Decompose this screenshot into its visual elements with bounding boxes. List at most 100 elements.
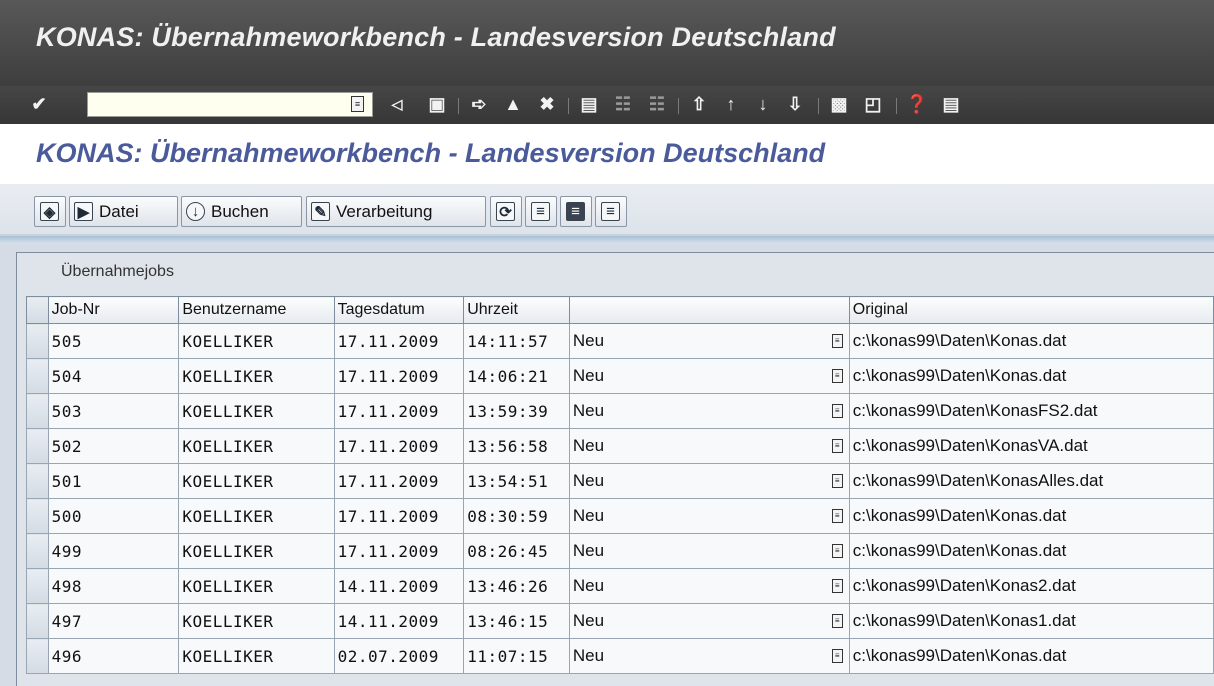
table-row[interactable]: 503 KOELLIKER 17.11.2009 13:59:39 Neu ≡ c:\kon…	[26, 393, 1214, 429]
enter-icon[interactable]: ✔	[28, 93, 50, 115]
status-cell-text: Neu	[572, 436, 605, 455]
window-title-bar: KONAS: Übernahmeworkbench - Landesversio…	[0, 0, 1214, 86]
original-cell-text: c:\konas99\Daten\KonasAlles.dat	[852, 471, 1104, 490]
table-row[interactable]: 505 KOELLIKER 17.11.2009 14:11:57 Neu ≡ c:\kon…	[26, 323, 1214, 359]
value-help-icon[interactable]: ≡	[831, 544, 843, 558]
export-button[interactable]: ≡	[595, 196, 627, 227]
row-selector[interactable]	[26, 463, 49, 499]
table-row[interactable]: 496 KOELLIKER 02.07.2009 11:07:15 Neu ≡ c:\kon…	[26, 638, 1214, 674]
date-cell-text: 17.11.2009	[337, 541, 439, 561]
help-icon[interactable]: ❓	[906, 93, 928, 115]
username-cell-text: KOELLIKER	[182, 331, 274, 351]
row-selector[interactable]	[26, 638, 49, 674]
back-icon[interactable]: ➪	[468, 93, 490, 115]
new-session-icon[interactable]: ▩	[828, 93, 850, 115]
row-selector[interactable]	[26, 323, 49, 359]
value-help-icon[interactable]: ≡	[831, 404, 843, 418]
time-cell-text: 14:06:21	[467, 366, 549, 386]
time-cell: 14:11:57	[463, 323, 570, 359]
job-nr-cell: 498	[47, 568, 180, 604]
date-cell-text: 17.11.2009	[337, 436, 439, 456]
date-cell: 17.11.2009	[333, 463, 465, 499]
username-cell: KOELLIKER	[178, 323, 335, 359]
detail-button[interactable]: ◈	[34, 196, 66, 227]
save-icon[interactable]: ▣	[426, 93, 448, 115]
previous-page-icon[interactable]: ↑	[720, 93, 742, 115]
row-selector[interactable]	[26, 428, 49, 464]
date-cell-text: 17.11.2009	[337, 401, 439, 421]
date-cell-text: 14.11.2009	[337, 611, 439, 631]
help-f4-icon[interactable]: ≡	[351, 96, 364, 112]
username-cell-text: KOELLIKER	[182, 436, 274, 456]
table-row[interactable]: 501 KOELLIKER 17.11.2009 13:54:51 Neu ≡ c:\kon…	[26, 463, 1214, 499]
row-selector[interactable]	[26, 568, 49, 604]
back-arrow-icon[interactable]: ◁	[386, 93, 408, 115]
value-help-icon[interactable]: ≡	[831, 509, 843, 523]
column-header-uhrzeit[interactable]: Uhrzeit	[463, 296, 570, 324]
time-cell-text: 13:59:39	[467, 401, 549, 421]
row-selector[interactable]	[26, 393, 49, 429]
table-row[interactable]: 497 KOELLIKER 14.11.2009 13:46:15 Neu ≡ c:\kon…	[26, 603, 1214, 639]
datei-button[interactable]: ▶ Datei	[69, 196, 178, 227]
page-title: KONAS: Übernahmeworkbench - Landesversio…	[36, 138, 826, 168]
row-selector[interactable]	[26, 498, 49, 534]
value-help-icon[interactable]: ≡	[831, 369, 843, 383]
print-icon[interactable]: ▤	[578, 93, 600, 115]
job-nr-cell: 500	[47, 498, 180, 534]
column-header-tagesdatum[interactable]: Tagesdatum	[333, 296, 465, 324]
refresh-button[interactable]: ⟳	[490, 196, 522, 227]
next-page-icon[interactable]: ↓	[752, 93, 774, 115]
post-icon: ↓	[186, 202, 205, 221]
column-header-benutzername[interactable]: Benutzername	[178, 296, 335, 324]
original-cell-text: c:\konas99\Daten\Konas.dat	[852, 366, 1067, 385]
username-cell-text: KOELLIKER	[182, 506, 274, 526]
verarbeitung-button[interactable]: ✎ Verarbeitung	[306, 196, 486, 227]
value-help-icon[interactable]: ≡	[831, 334, 843, 348]
shortcut-icon[interactable]: ◰	[862, 93, 884, 115]
column-header-status[interactable]	[568, 296, 850, 324]
row-selector[interactable]	[26, 533, 49, 569]
date-cell: 14.11.2009	[333, 568, 465, 604]
value-help-icon[interactable]: ≡	[831, 614, 843, 628]
value-help-icon[interactable]: ≡	[831, 439, 843, 453]
row-selector[interactable]	[26, 358, 49, 394]
time-cell: 13:56:58	[463, 428, 570, 464]
last-page-icon[interactable]: ⇩	[784, 93, 806, 115]
row-selector[interactable]	[26, 603, 49, 639]
job-nr-cell-text: 501	[51, 471, 83, 491]
time-cell-text: 08:30:59	[467, 506, 549, 526]
original-cell-text: c:\konas99\Daten\Konas.dat	[852, 646, 1067, 665]
verarbeitung-label: Verarbeitung	[336, 201, 433, 221]
first-page-icon[interactable]: ⇧	[688, 93, 710, 115]
table-row[interactable]: 500 KOELLIKER 17.11.2009 08:30:59 Neu ≡ c:\kon…	[26, 498, 1214, 534]
date-cell-text: 17.11.2009	[337, 471, 439, 491]
time-cell-text: 08:26:45	[467, 541, 549, 561]
value-help-icon[interactable]: ≡	[831, 474, 843, 488]
layout-menu-icon[interactable]: ▤	[940, 93, 962, 115]
value-help-icon[interactable]: ≡	[831, 649, 843, 663]
job-nr-cell-text: 500	[51, 506, 83, 526]
table-row[interactable]: 499 KOELLIKER 17.11.2009 08:26:45 Neu ≡ c:\kon…	[26, 533, 1214, 569]
cancel-icon[interactable]: ✖	[536, 93, 558, 115]
list-dark-button[interactable]: ≡	[560, 196, 592, 227]
value-help-icon[interactable]: ≡	[831, 579, 843, 593]
date-cell: 17.11.2009	[333, 358, 465, 394]
username-cell-text: KOELLIKER	[182, 366, 274, 386]
buchen-button[interactable]: ↓ Buchen	[181, 196, 302, 227]
column-header-original[interactable]: Original	[848, 296, 1214, 324]
exit-icon[interactable]: ▲	[502, 93, 524, 115]
status-cell-text: Neu	[572, 401, 605, 420]
list-button[interactable]: ≡	[525, 196, 557, 227]
table-row[interactable]: 498 KOELLIKER 14.11.2009 13:46:26 Neu ≡ c:\kon…	[26, 568, 1214, 604]
refresh-icon: ⟳	[496, 202, 515, 221]
table-row[interactable]: 504 KOELLIKER 17.11.2009 14:06:21 Neu ≡ c:\kon…	[26, 358, 1214, 394]
table-row[interactable]: 502 KOELLIKER 17.11.2009 13:56:58 Neu ≡ c:\kon…	[26, 428, 1214, 464]
select-all-cell[interactable]	[26, 296, 49, 324]
username-cell-text: KOELLIKER	[182, 646, 274, 666]
column-header-job-nr[interactable]: Job-Nr	[47, 296, 180, 324]
time-cell-text: 11:07:15	[467, 646, 549, 666]
command-field[interactable]: ≡	[87, 92, 373, 117]
original-cell: c:\konas99\Daten\KonasFS2.dat	[848, 393, 1214, 429]
username-cell: KOELLIKER	[178, 533, 335, 569]
date-cell: 17.11.2009	[333, 428, 465, 464]
